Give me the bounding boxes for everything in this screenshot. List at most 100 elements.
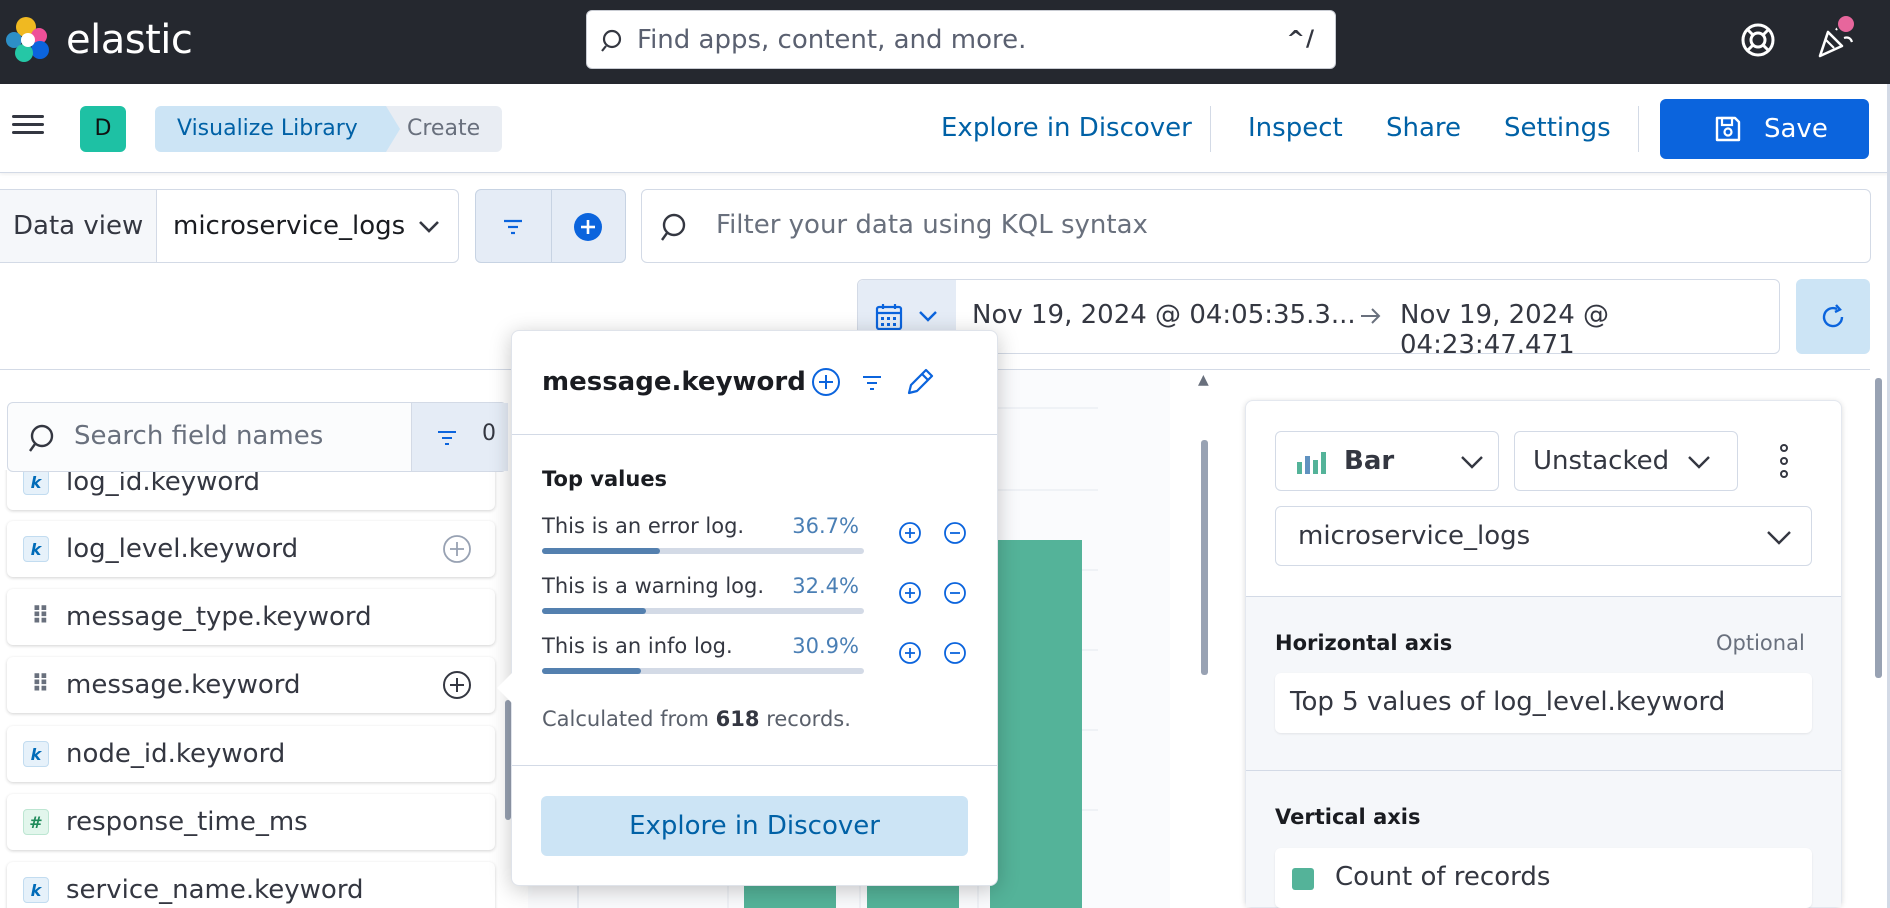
space-avatar[interactable]: D [80, 106, 126, 152]
top-value-bar-fill [542, 668, 642, 674]
field-name: log_id.keyword [66, 470, 261, 497]
chevron-down-icon [1688, 456, 1710, 469]
stacking-value: Unstacked [1533, 446, 1670, 476]
filter-count: 0 [482, 421, 496, 446]
field-item[interactable]: k log_level.keyword [7, 521, 495, 577]
filter-out-value-minus-icon[interactable] [942, 640, 968, 666]
search-icon [601, 29, 622, 52]
calendar-icon [875, 304, 903, 331]
field-item[interactable]: k log_id.keyword [7, 470, 495, 510]
vertical-axis-heading: Vertical axis [1275, 805, 1421, 829]
workspace-scrollbar[interactable] [1201, 440, 1208, 675]
brand-name[interactable]: elastic [66, 16, 193, 64]
layer-data-view-value: microservice_logs [1298, 521, 1531, 551]
save-disk-icon [1715, 116, 1741, 142]
explore-in-discover-button[interactable]: Explore in Discover [541, 796, 968, 856]
save-label: Save [1764, 114, 1828, 144]
field-search-placeholder: Search field names [74, 421, 324, 451]
notification-badge [1836, 14, 1856, 34]
layer-data-view-select[interactable]: microservice_logs [1275, 506, 1812, 566]
hamburger-menu-icon[interactable] [10, 110, 46, 140]
add-field-plus-icon[interactable] [441, 533, 473, 565]
stacking-select[interactable]: Unstacked [1514, 431, 1738, 491]
horizontal-axis-value: Top 5 values of log_level.keyword [1290, 687, 1726, 717]
field-type-filter-button[interactable]: 0 [411, 403, 508, 471]
breadcrumb-visualize-library[interactable]: Visualize Library [155, 106, 400, 152]
time-start[interactable]: Nov 19, 2024 @ 04:05:35.3... [972, 300, 1356, 330]
config-header: Bar Unstacked microservice_logs [1246, 401, 1841, 596]
help-lifebuoy-icon[interactable] [1738, 20, 1778, 60]
calc-prefix: Calculated from [542, 707, 709, 731]
field-search-input[interactable]: Search field names 0 [7, 402, 508, 472]
explore-in-discover-link[interactable]: Explore in Discover [941, 112, 1192, 144]
keyboard-shortcut-badge: ^/ [1286, 27, 1315, 52]
field-name: message.keyword [66, 670, 301, 700]
keyword-type-token-icon: k [23, 536, 49, 562]
filter-group-divider [551, 190, 552, 262]
filter-icon[interactable] [855, 365, 889, 399]
filter-for-value-plus-icon[interactable] [897, 640, 923, 666]
edit-pencil-icon[interactable] [903, 365, 937, 399]
top-value-label: This is an info log. [542, 634, 733, 658]
global-search-placeholder: Find apps, content, and more. [637, 25, 1027, 55]
top-value-row: This is an info log. 30.9% [542, 634, 992, 684]
refresh-button[interactable] [1796, 279, 1870, 354]
toolbar-divider [1210, 106, 1211, 152]
chart-bar [990, 540, 1082, 908]
field-item[interactable]: # response_time_ms [7, 794, 495, 850]
chart-type-value: Bar [1344, 446, 1395, 476]
scroll-up-arrow-icon[interactable]: ▲ [1198, 372, 1209, 388]
popover-title: message.keyword [542, 367, 806, 397]
kql-placeholder: Filter your data using KQL syntax [716, 210, 1148, 240]
field-name: service_name.keyword [66, 875, 364, 905]
filter-out-value-minus-icon[interactable] [942, 580, 968, 606]
top-value-row: This is an error log. 36.7% [542, 514, 992, 564]
field-item[interactable]: ⠿ message.keyword [7, 657, 495, 713]
horizontal-axis-dimension-button[interactable]: Top 5 values of log_level.keyword [1275, 673, 1812, 733]
top-value-bar [542, 668, 864, 674]
config-panel-scrollbar[interactable] [1875, 378, 1882, 678]
filter-out-value-minus-icon[interactable] [942, 520, 968, 546]
add-filter-plus-icon[interactable] [573, 212, 603, 242]
data-view-label: Data view [0, 189, 157, 263]
add-field-plus-icon[interactable] [441, 669, 473, 701]
elastic-logo-icon[interactable] [4, 16, 54, 64]
field-details-popover: message.keyword Top values This is an er… [511, 330, 998, 886]
drag-grip-icon[interactable]: ⠿ [31, 671, 51, 697]
bar-chart-icon [1297, 452, 1326, 474]
popover-arrow [497, 672, 513, 704]
time-end[interactable]: Nov 19, 2024 @ 04:23:47.471 [1400, 300, 1779, 360]
filter-icon[interactable] [500, 214, 526, 240]
kql-query-input[interactable]: Filter your data using KQL syntax [641, 189, 1871, 263]
refresh-icon [1822, 304, 1844, 328]
filter-icon [438, 431, 456, 445]
chevron-down-icon [1461, 456, 1483, 469]
filter-button-group [475, 189, 626, 263]
top-value-label: This is a warning log. [542, 574, 765, 598]
keyword-type-token-icon: k [23, 877, 49, 903]
settings-link[interactable]: Settings [1504, 112, 1611, 144]
field-name: response_time_ms [66, 807, 308, 837]
global-search-input[interactable]: Find apps, content, and more. ^/ [586, 10, 1336, 69]
filter-for-value-plus-icon[interactable] [897, 580, 923, 606]
field-item[interactable]: k node_id.keyword [7, 726, 495, 782]
chevron-down-icon [1767, 531, 1791, 545]
add-field-plus-icon[interactable] [809, 365, 843, 399]
filter-for-value-plus-icon[interactable] [897, 520, 923, 546]
series-color-swatch[interactable] [1292, 868, 1314, 890]
field-item[interactable]: k service_name.keyword [7, 862, 495, 908]
vertical-axis-dimension-button[interactable]: Count of records [1275, 848, 1812, 908]
field-item[interactable]: ⠿ message_type.keyword [7, 589, 495, 645]
calc-suffix: records. [766, 707, 851, 731]
share-link[interactable]: Share [1386, 112, 1461, 144]
chart-type-select[interactable]: Bar [1275, 431, 1499, 491]
data-view-select[interactable]: microservice_logs [156, 189, 459, 263]
drag-grip-icon[interactable]: ⠿ [31, 603, 51, 629]
inspect-link[interactable]: Inspect [1248, 112, 1343, 144]
more-options-kebab-icon[interactable] [1779, 443, 1789, 479]
top-value-row: This is a warning log. 32.4% [542, 574, 992, 624]
save-button[interactable]: Save [1660, 99, 1869, 159]
chevron-down-icon [919, 311, 937, 322]
top-value-percent: 30.9% [792, 634, 859, 658]
field-name: node_id.keyword [66, 739, 286, 769]
